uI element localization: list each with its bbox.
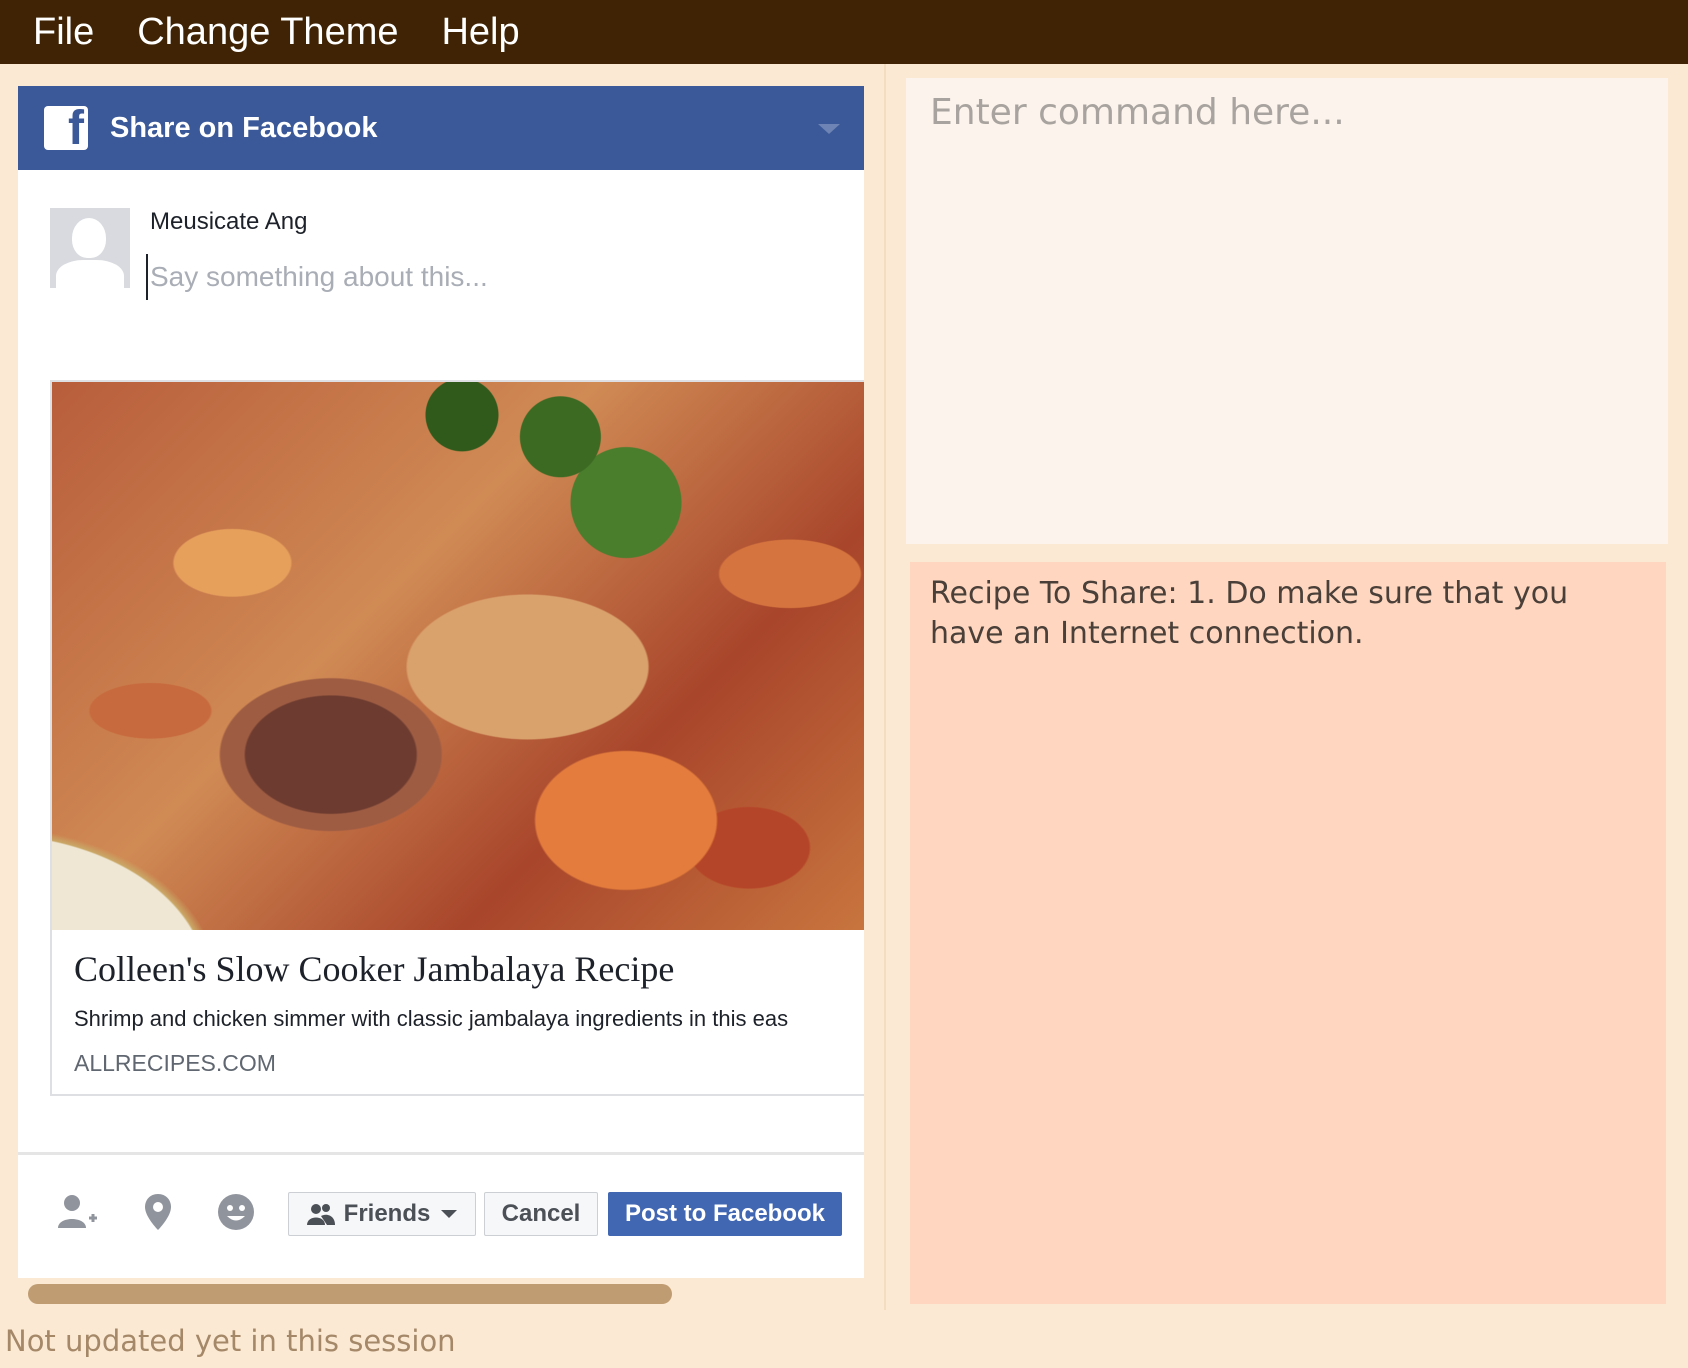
facebook-share-panel: f Share on Facebook Meusicate Ang Collee… [18, 86, 864, 1278]
audience-selector-button[interactable]: Friends [288, 1192, 476, 1236]
audience-label: Friends [343, 1200, 431, 1227]
link-preview-card[interactable]: Colleen's Slow Cooker Jambalaya Recipe S… [50, 380, 864, 1096]
horizontal-scrollbar[interactable] [28, 1284, 672, 1304]
facebook-logo-icon: f [44, 106, 88, 150]
menu-help[interactable]: Help [441, 11, 519, 54]
post-to-facebook-button[interactable]: Post to Facebook [608, 1192, 842, 1236]
caret-down-icon [441, 1210, 458, 1218]
tag-friends-icon[interactable] [56, 1190, 100, 1234]
link-title: Colleen's Slow Cooker Jambalaya Recipe [74, 949, 675, 989]
link-preview-image[interactable] [52, 382, 864, 930]
menu-file[interactable]: File [33, 11, 94, 54]
command-input[interactable] [906, 78, 1668, 544]
menu-bar: File Change Theme Help [0, 0, 1688, 64]
emoji-icon[interactable] [214, 1190, 258, 1234]
avatar-head-shape [72, 218, 106, 258]
facebook-logo-letter: f [68, 106, 84, 150]
location-pin-icon[interactable] [136, 1190, 180, 1234]
cancel-button[interactable]: Cancel [484, 1192, 598, 1236]
user-name: Meusicate Ang [150, 208, 308, 235]
avatar [50, 208, 130, 288]
link-domain: ALLRECIPES.COM [74, 1050, 276, 1076]
friends-icon [306, 1204, 335, 1225]
message-input[interactable] [146, 254, 832, 300]
menu-change-theme[interactable]: Change Theme [137, 11, 398, 54]
result-display: Recipe To Share: 1. Do make sure that yo… [910, 562, 1666, 1304]
status-bar-text: Not updated yet in this session [5, 1324, 456, 1358]
share-dialog-title: Share on Facebook [110, 111, 378, 144]
link-description: Shrimp and chicken simmer with classic j… [74, 1006, 789, 1031]
share-dialog-header: f Share on Facebook [18, 86, 864, 170]
panel-divider [884, 64, 886, 1310]
chevron-down-icon[interactable] [818, 124, 840, 134]
avatar-body-shape [56, 260, 124, 288]
footer-divider [18, 1152, 864, 1155]
